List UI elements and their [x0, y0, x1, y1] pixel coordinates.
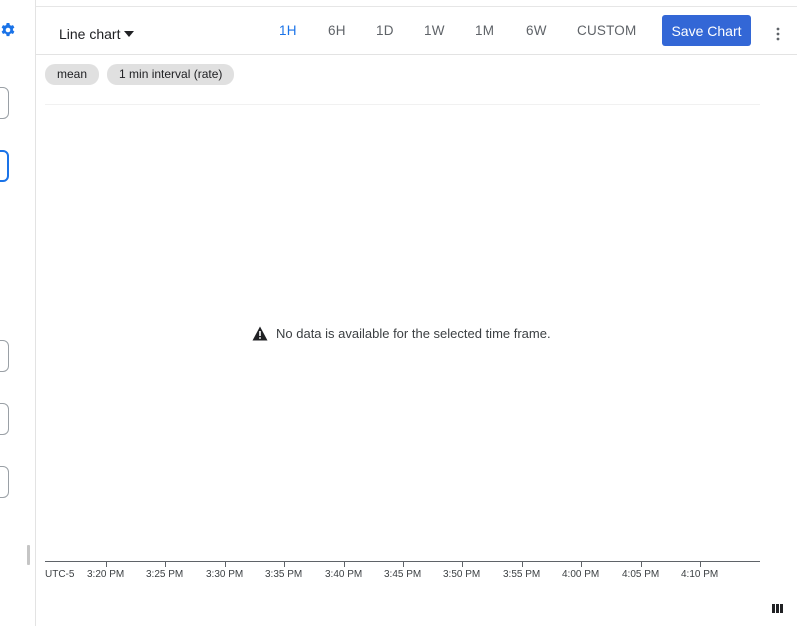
gear-icon[interactable] [0, 22, 16, 38]
x-axis-tick-label: 3:50 PM [443, 569, 481, 580]
x-axis-tick-label: 3:30 PM [206, 569, 244, 580]
x-axis-tick [581, 562, 582, 567]
chart-panel: Line chart 1H 6H 1D 1W 1M 6W CUSTOM Save… [36, 0, 797, 626]
columns-icon[interactable] [772, 604, 783, 613]
range-1h-button[interactable]: 1H [279, 23, 297, 38]
config-field[interactable] [0, 466, 9, 498]
x-axis-tick-label: 3:35 PM [265, 569, 303, 580]
save-chart-button[interactable]: Save Chart [662, 15, 751, 46]
x-axis-tick [403, 562, 404, 567]
x-axis-tick-label: 3:40 PM [325, 569, 363, 580]
x-axis-tick-label: 4:00 PM [562, 569, 600, 580]
chart-type-label: Line chart [59, 26, 121, 42]
chart-toolbar: Line chart 1H 6H 1D 1W 1M 6W CUSTOM Save… [36, 7, 797, 55]
left-panel [0, 0, 36, 626]
x-axis-tick [522, 562, 523, 567]
x-axis-tick [106, 562, 107, 567]
empty-state: No data is available for the selected ti… [252, 326, 551, 341]
warning-icon [252, 326, 268, 341]
chart-type-dropdown[interactable]: Line chart [59, 26, 135, 42]
x-axis-tick-label: 3:20 PM [87, 569, 125, 580]
panel-resize-handle[interactable] [27, 545, 30, 565]
x-axis-tick [462, 562, 463, 567]
x-axis-tick-label: 3:55 PM [503, 569, 541, 580]
x-axis-tick-label: 4:10 PM [681, 569, 719, 580]
grid-line [45, 104, 760, 105]
caret-down-icon [124, 31, 135, 37]
range-custom-button[interactable]: CUSTOM [577, 23, 636, 38]
range-6h-button[interactable]: 6H [328, 23, 346, 38]
range-1m-button[interactable]: 1M [475, 23, 494, 38]
x-axis-tick [225, 562, 226, 567]
x-axis-tick [344, 562, 345, 567]
range-1d-button[interactable]: 1D [376, 23, 394, 38]
x-axis-tick [700, 562, 701, 567]
chip-aligner[interactable]: mean [45, 64, 100, 85]
aggregation-chips: mean 1 min interval (rate) [45, 64, 235, 85]
empty-state-message: No data is available for the selected ti… [276, 326, 551, 341]
x-axis-tick-label: 3:25 PM [146, 569, 184, 580]
x-axis-tick-label: 4:05 PM [622, 569, 660, 580]
range-1w-button[interactable]: 1W [424, 23, 445, 38]
more-vert-icon[interactable] [775, 27, 781, 41]
x-axis-tick [284, 562, 285, 567]
timezone-label: UTC-5 [45, 569, 75, 580]
chart-plot-area: No data is available for the selected ti… [45, 104, 760, 564]
config-field[interactable] [0, 87, 9, 119]
chip-interval[interactable]: 1 min interval (rate) [107, 64, 235, 85]
x-axis-tick [165, 562, 166, 567]
config-field[interactable] [0, 340, 9, 372]
config-field[interactable] [0, 403, 9, 435]
config-field-active[interactable] [0, 150, 9, 182]
range-6w-button[interactable]: 6W [526, 23, 547, 38]
x-axis-tick [641, 562, 642, 567]
x-axis-tick-label: 3:45 PM [384, 569, 422, 580]
